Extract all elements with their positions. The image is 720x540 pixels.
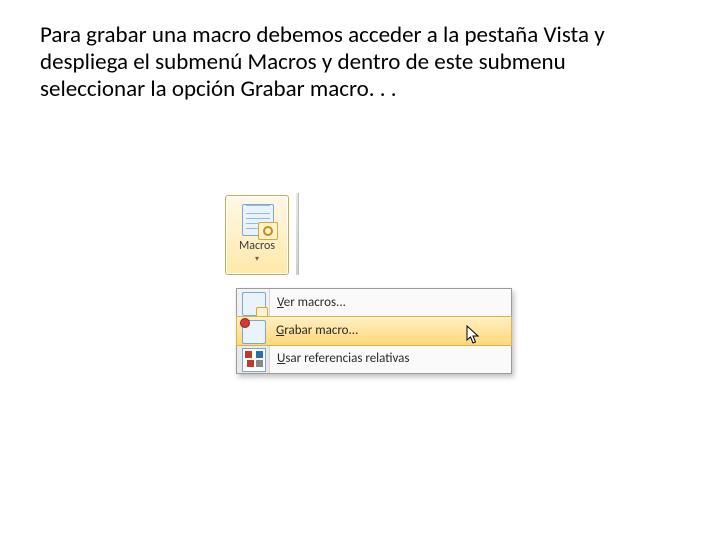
- ribbon-separator: [296, 193, 299, 275]
- macros-dropdown-menu: Ver macros... Grabar macro... Usar refer…: [236, 288, 512, 374]
- menu-item-ver-macros[interactable]: Ver macros...: [237, 289, 511, 317]
- chevron-down-icon: ▾: [226, 254, 288, 264]
- macros-relative-icon: [242, 348, 266, 372]
- instruction-text: Para grabar una macro debemos acceder a …: [40, 22, 640, 103]
- macros-ribbon-button[interactable]: Macros ▾: [225, 195, 289, 275]
- menu-item-usar-referencias[interactable]: Usar referencias relativas: [237, 345, 511, 373]
- menu-item-label: Grabar macro...: [276, 323, 358, 338]
- macros-view-icon: [242, 292, 266, 316]
- macros-record-icon: [242, 320, 266, 344]
- menu-item-label: Ver macros...: [277, 295, 346, 310]
- macros-ribbon-label: Macros: [226, 239, 288, 253]
- menu-item-grabar-macro[interactable]: Grabar macro...: [236, 316, 512, 346]
- menu-item-label: Usar referencias relativas: [277, 351, 410, 366]
- macros-icon: [238, 202, 276, 238]
